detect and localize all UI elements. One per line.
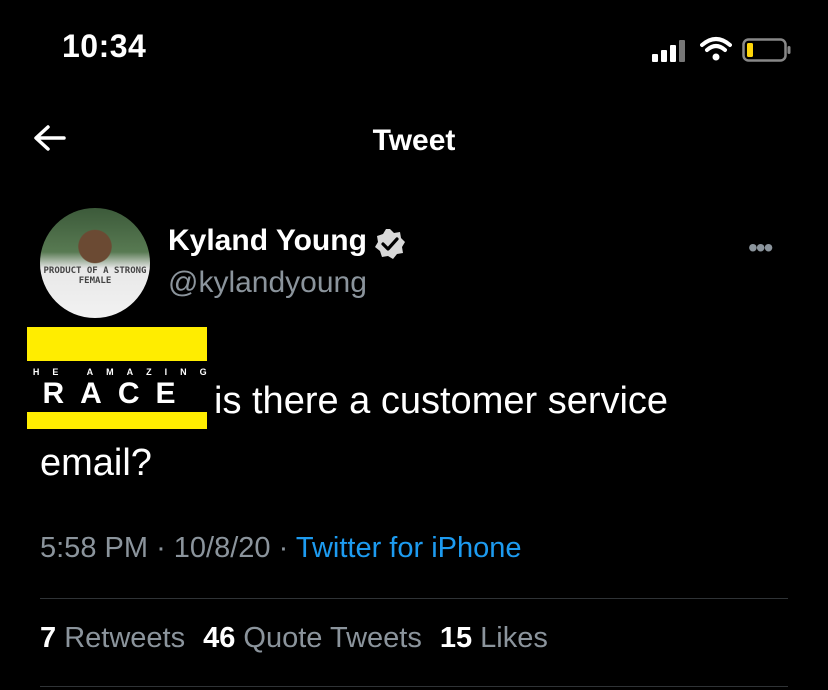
avatar[interactable]: PRODUCT OF A STRONG FEMALE — [40, 208, 150, 318]
author-display-name[interactable]: Kyland Young — [168, 224, 367, 258]
meta-separator: · — [156, 532, 166, 564]
quote-tweets-stat[interactable]: 46 Quote Tweets — [203, 622, 422, 655]
wifi-icon — [700, 37, 732, 61]
tweet-text: is there a customer service email? — [40, 370, 800, 494]
tweet-source-link[interactable]: Twitter for iPhone — [296, 532, 522, 564]
tweet-time: 5:58 PM — [40, 532, 148, 564]
status-time: 10:34 — [62, 28, 147, 64]
divider — [40, 598, 788, 599]
retweets-stat[interactable]: 7 Retweets — [40, 622, 185, 655]
tweet-text-line1: is there a customer service — [214, 380, 669, 422]
cellular-signal-icon — [652, 40, 690, 62]
avatar-shirt-text: PRODUCT OF A STRONG FEMALE — [43, 266, 147, 286]
tweet-meta: 5:58 PM · 10/8/20 · Twitter for iPhone — [40, 532, 522, 565]
battery-icon — [742, 38, 791, 62]
tweet-date: 10/8/20 — [173, 532, 271, 564]
quote-tweets-count: 46 — [203, 622, 236, 654]
divider — [40, 686, 788, 687]
likes-label: Likes — [480, 622, 548, 654]
tweet-text-line2: email? — [40, 442, 152, 484]
retweets-label: Retweets — [64, 622, 186, 654]
verified-badge-icon — [375, 229, 405, 259]
meta-separator: · — [278, 532, 289, 564]
tweet-stats: 7 Retweets 46 Quote Tweets 15 Likes — [40, 622, 548, 655]
retweets-count: 7 — [40, 622, 57, 654]
author-handle[interactable]: @kylandyoung — [168, 266, 367, 300]
more-options-icon[interactable]: ••• — [748, 232, 773, 264]
page-title: Tweet — [372, 124, 456, 157]
quote-tweets-label: Quote Tweets — [243, 622, 422, 654]
likes-stat[interactable]: 15 Likes — [440, 622, 548, 655]
likes-count: 15 — [439, 622, 473, 654]
